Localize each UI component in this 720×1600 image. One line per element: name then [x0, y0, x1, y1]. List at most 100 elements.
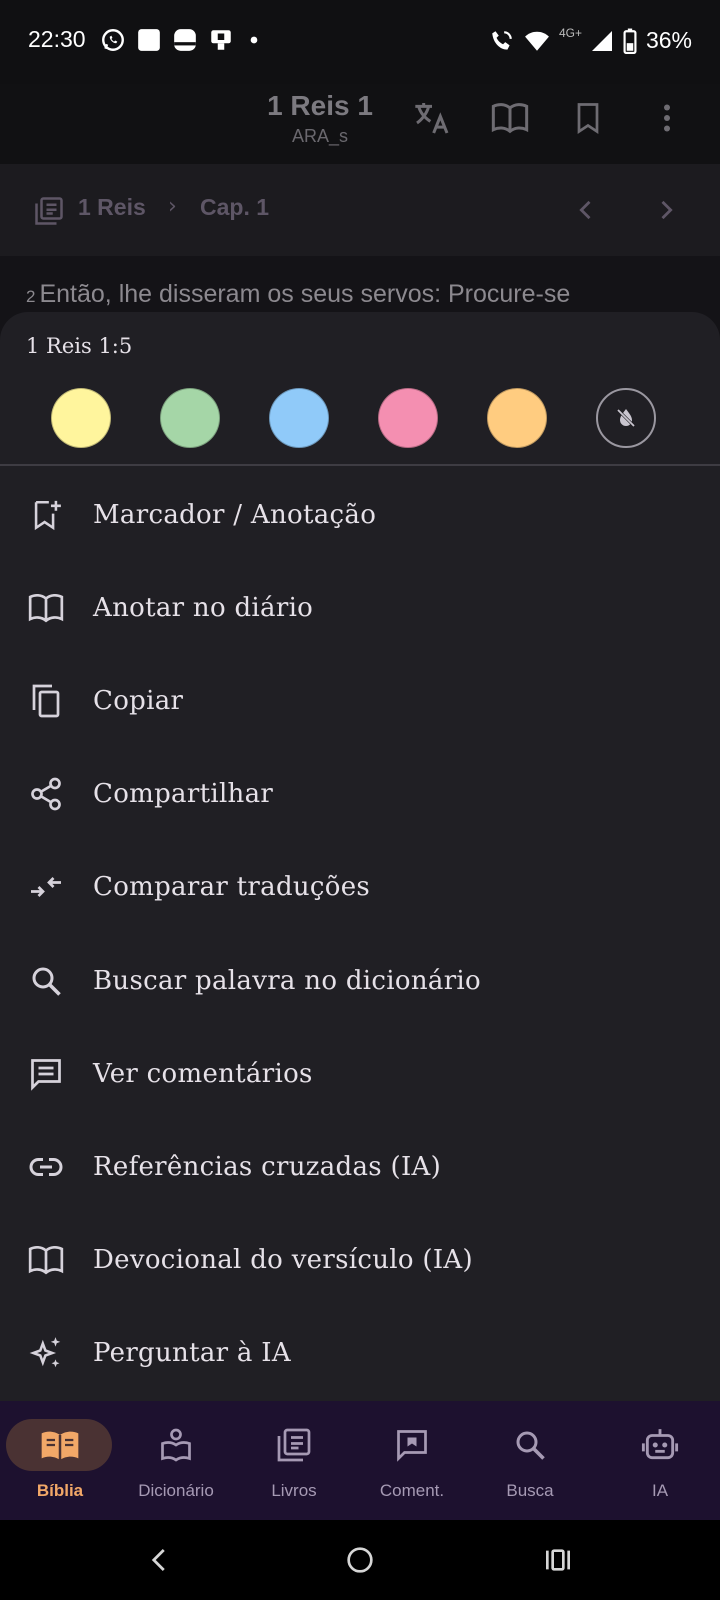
menu-item-bookmark-note[interactable]: Marcador / Anotação	[0, 468, 720, 561]
copy-icon	[26, 681, 66, 721]
menu-item-ask-ai[interactable]: Perguntar à IA	[0, 1307, 720, 1400]
highlight-color-picker	[0, 388, 720, 448]
system-navigation-bar	[0, 1520, 720, 1600]
tab-busca[interactable]: Busca	[470, 1401, 590, 1520]
comment-flag-icon	[397, 1430, 427, 1462]
highlight-yellow[interactable]	[51, 388, 111, 448]
menu-label: Perguntar à IA	[93, 1338, 291, 1369]
tab-label: Coment.	[379, 1481, 445, 1500]
battery-icon	[623, 28, 637, 54]
comment-icon	[26, 1054, 66, 1094]
verse-actions-sheet: 1 Reis 1:5 Marcador / Anotação Anotar no…	[0, 312, 720, 1402]
menu-label: Anotar no diário	[93, 592, 314, 623]
chapter-selector[interactable]: Cap. 1	[200, 194, 269, 221]
bookmark-add-icon	[26, 495, 66, 535]
more-options-button[interactable]	[645, 96, 689, 140]
whatsapp-icon	[102, 29, 124, 51]
verse-actions-menu: Marcador / Anotação Anotar no diário Cop…	[0, 468, 720, 1400]
menu-label: Copiar	[93, 685, 184, 716]
chevron-right-icon	[661, 200, 673, 220]
bottom-navigation: Bíblia Dicionário Livros Coment. Busca I…	[0, 1401, 720, 1520]
menu-label: Devocional do versículo (IA)	[93, 1245, 473, 1276]
status-bar: 22:30 4G+ 36%	[0, 0, 720, 84]
link-icon	[26, 1147, 66, 1187]
menu-label: Buscar palavra no dicionário	[93, 965, 481, 996]
menu-item-comments[interactable]: Ver comentários	[0, 1027, 720, 1120]
back-icon	[151, 1549, 165, 1571]
recents-icon	[546, 1549, 570, 1571]
dot-icon	[250, 36, 258, 44]
network-type: 4G+	[558, 25, 582, 40]
app-rounded-icon	[174, 29, 196, 51]
tab-ia[interactable]: IA	[600, 1401, 720, 1520]
chevron-left-icon	[579, 200, 591, 220]
library-icon	[277, 1428, 311, 1462]
menu-label: Ver comentários	[93, 1058, 313, 1089]
menu-item-dictionary-search[interactable]: Buscar palavra no dicionário	[0, 934, 720, 1027]
tab-livros[interactable]: Livros	[234, 1401, 354, 1520]
menu-label: Compartilhar	[93, 779, 274, 810]
robot-icon	[641, 1429, 679, 1460]
book-open-icon	[41, 1431, 79, 1460]
chapter-navigation: 1 Reis › Cap. 1	[0, 164, 720, 256]
tab-label: Busca	[506, 1481, 554, 1500]
verse-content: Então, lhe disseram os seus servos: Proc…	[39, 280, 571, 308]
tab-label: Bíblia	[36, 1481, 84, 1500]
menu-item-cross-references[interactable]: Referências cruzadas (IA)	[0, 1120, 720, 1213]
translate-icon	[415, 103, 449, 134]
notification-icons	[100, 27, 264, 53]
battery-percent: 36%	[645, 27, 692, 53]
highlight-orange[interactable]	[487, 388, 547, 448]
bookmark-icon	[577, 103, 599, 135]
highlight-pink[interactable]	[378, 388, 438, 448]
verse-reference: 1 Reis 1:5	[26, 334, 133, 358]
highlight-blue[interactable]	[269, 388, 329, 448]
app-bar: 1 Reis 1 ARA_s	[0, 84, 720, 164]
app-square-icon	[138, 29, 160, 51]
menu-label: Marcador / Anotação	[93, 499, 377, 530]
menu-item-share[interactable]: Compartilhar	[0, 748, 720, 841]
journal-button[interactable]	[488, 96, 532, 140]
translate-button[interactable]	[410, 96, 454, 140]
bookmark-button[interactable]	[566, 96, 610, 140]
menu-label: Referências cruzadas (IA)	[93, 1151, 442, 1182]
previous-chapter-button[interactable]	[568, 192, 604, 228]
page-title[interactable]: 1 Reis 1	[220, 90, 420, 122]
more-vert-icon	[664, 104, 670, 132]
menu-item-devotional[interactable]: Devocional do versículo (IA)	[0, 1214, 720, 1307]
menu-item-compare-translations[interactable]: Comparar traduções	[0, 841, 720, 934]
tab-label: IA	[651, 1481, 669, 1500]
verse-text[interactable]: 2 Então, lhe disseram os seus servos: Pro…	[26, 280, 570, 309]
system-home-button[interactable]	[340, 1540, 380, 1580]
next-chapter-button[interactable]	[648, 192, 684, 228]
clear-highlight-button[interactable]	[596, 388, 656, 448]
dictionary-icon	[161, 1428, 191, 1462]
share-icon	[26, 774, 66, 814]
open-book-icon	[26, 1240, 66, 1280]
translation-label[interactable]: ARA_s	[220, 126, 420, 147]
tab-biblia[interactable]: Bíblia	[0, 1401, 120, 1520]
journal-book-icon	[491, 103, 529, 134]
app-trolley-icon	[211, 30, 231, 50]
search-icon	[26, 961, 66, 1001]
system-back-button[interactable]	[140, 1540, 180, 1580]
book-selector[interactable]: 1 Reis	[78, 194, 146, 221]
format-color-reset-icon	[615, 407, 637, 429]
tab-dicionario[interactable]: Dicionário	[116, 1401, 236, 1520]
wifi-call-icon	[492, 30, 512, 50]
compare-arrows-icon	[26, 867, 66, 907]
menu-item-copy[interactable]: Copiar	[0, 654, 720, 747]
breadcrumb-separator: ›	[168, 194, 177, 219]
tab-label: Dicionário	[138, 1481, 214, 1500]
sparkles-icon	[26, 1333, 66, 1373]
system-recents-button[interactable]	[538, 1540, 578, 1580]
tab-comentarios[interactable]: Coment.	[352, 1401, 472, 1520]
signal-icon	[591, 30, 612, 51]
open-book-icon	[26, 588, 66, 628]
tab-label: Livros	[271, 1481, 317, 1500]
menu-label: Comparar traduções	[93, 872, 371, 903]
wifi-icon	[525, 31, 549, 51]
menu-item-journal[interactable]: Anotar no diário	[0, 561, 720, 654]
highlight-green[interactable]	[160, 388, 220, 448]
home-icon	[347, 1547, 373, 1573]
